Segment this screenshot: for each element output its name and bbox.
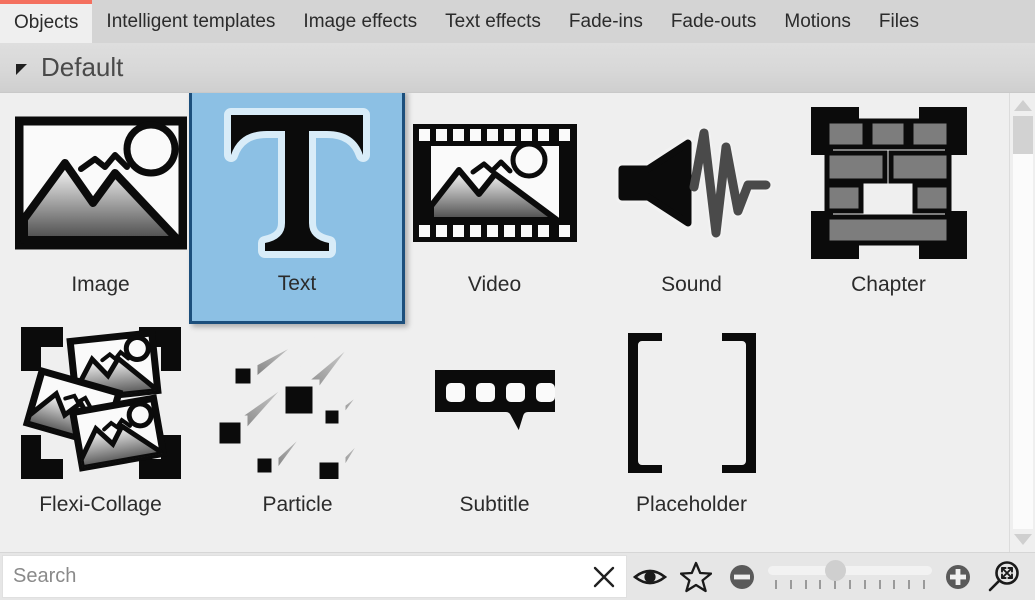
object-item-label: Text [278, 272, 317, 296]
triangle-collapse-icon[interactable] [16, 64, 27, 75]
tab-label: Fade-ins [569, 11, 643, 33]
tab-label: Image effects [303, 11, 417, 33]
tab-bar: Objects Intelligent templates Image effe… [0, 0, 1035, 43]
close-x-icon[interactable] [582, 556, 626, 597]
tab-label: Text effects [445, 11, 541, 33]
object-item-label: Particle [262, 493, 332, 517]
scrollbar-track[interactable] [1013, 116, 1033, 529]
zoom-slider-thumb[interactable] [825, 560, 846, 581]
tick [893, 580, 895, 589]
object-item-text[interactable]: Text [189, 93, 405, 324]
chapter-icon [803, 103, 975, 263]
object-item-video[interactable]: Video [396, 95, 593, 315]
tick [790, 580, 792, 589]
collage-icon [15, 323, 187, 483]
group-header-default[interactable]: Default [0, 43, 1035, 93]
object-item-label: Placeholder [636, 493, 747, 517]
tab-label: Intelligent templates [106, 11, 275, 33]
video-icon [409, 103, 581, 263]
object-item-flexi-collage[interactable]: Flexi-Collage [2, 315, 199, 535]
object-item-subtitle[interactable]: Subtitle [396, 315, 593, 535]
subtitle-icon [409, 323, 581, 483]
object-item-label: Video [468, 273, 521, 297]
image-icon [15, 103, 187, 263]
tick [864, 580, 866, 589]
tab-label: Fade-outs [671, 11, 757, 33]
tab-fade-outs[interactable]: Fade-outs [657, 0, 771, 43]
tab-label: Objects [14, 12, 78, 34]
star-icon[interactable] [673, 553, 719, 600]
object-grid-scroll: Image Text [0, 93, 1009, 552]
placeholder-icon [606, 323, 778, 483]
object-item-label: Subtitle [459, 493, 529, 517]
content-area: Image Text [0, 93, 1035, 552]
vertical-scrollbar[interactable] [1009, 93, 1035, 552]
sound-icon [606, 103, 778, 263]
tab-label: Motions [784, 11, 851, 33]
eye-icon[interactable] [627, 553, 673, 600]
plus-circle-icon[interactable] [935, 553, 981, 600]
tab-files[interactable]: Files [865, 0, 933, 43]
tick [849, 580, 851, 589]
tick [819, 580, 821, 589]
tab-text-effects[interactable]: Text effects [431, 0, 555, 43]
object-item-chapter[interactable]: Chapter [790, 95, 987, 315]
tab-image-effects[interactable]: Image effects [289, 0, 431, 43]
minus-circle-icon[interactable] [719, 553, 765, 600]
object-item-label: Chapter [851, 273, 926, 297]
tab-fade-ins[interactable]: Fade-ins [555, 0, 657, 43]
object-item-label: Image [71, 273, 129, 297]
search-box[interactable] [2, 555, 627, 598]
tab-label: Files [879, 11, 919, 33]
bottom-toolbar [0, 552, 1035, 600]
object-item-sound[interactable]: Sound [593, 95, 790, 315]
search-input[interactable] [3, 565, 582, 588]
object-item-label: Flexi-Collage [39, 493, 162, 517]
zoom-slider-track[interactable] [768, 566, 932, 575]
tick [908, 580, 910, 589]
particle-icon [212, 323, 384, 483]
object-library-panel: Objects Intelligent templates Image effe… [0, 0, 1035, 600]
scrollbar-thumb[interactable] [1013, 116, 1033, 154]
zoom-slider[interactable] [765, 553, 935, 600]
tick [879, 580, 881, 589]
tick [923, 580, 925, 589]
caret-up-icon[interactable] [1014, 100, 1032, 111]
tab-motions[interactable]: Motions [770, 0, 865, 43]
object-item-label: Sound [661, 273, 722, 297]
object-grid: Image Text [0, 93, 1009, 535]
tab-intelligent-templates[interactable]: Intelligent templates [92, 0, 289, 43]
group-title: Default [41, 52, 123, 83]
object-item-particle[interactable]: Particle [199, 315, 396, 535]
text-icon [211, 102, 383, 262]
tick [805, 580, 807, 589]
tab-objects[interactable]: Objects [0, 0, 92, 43]
caret-down-icon[interactable] [1014, 534, 1032, 545]
object-item-placeholder[interactable]: Placeholder [593, 315, 790, 535]
magnifier-fit-icon[interactable] [981, 553, 1027, 600]
tick [834, 580, 836, 589]
zoom-slider-ticks [775, 580, 925, 589]
tick [775, 580, 777, 589]
object-item-image[interactable]: Image [2, 95, 199, 315]
